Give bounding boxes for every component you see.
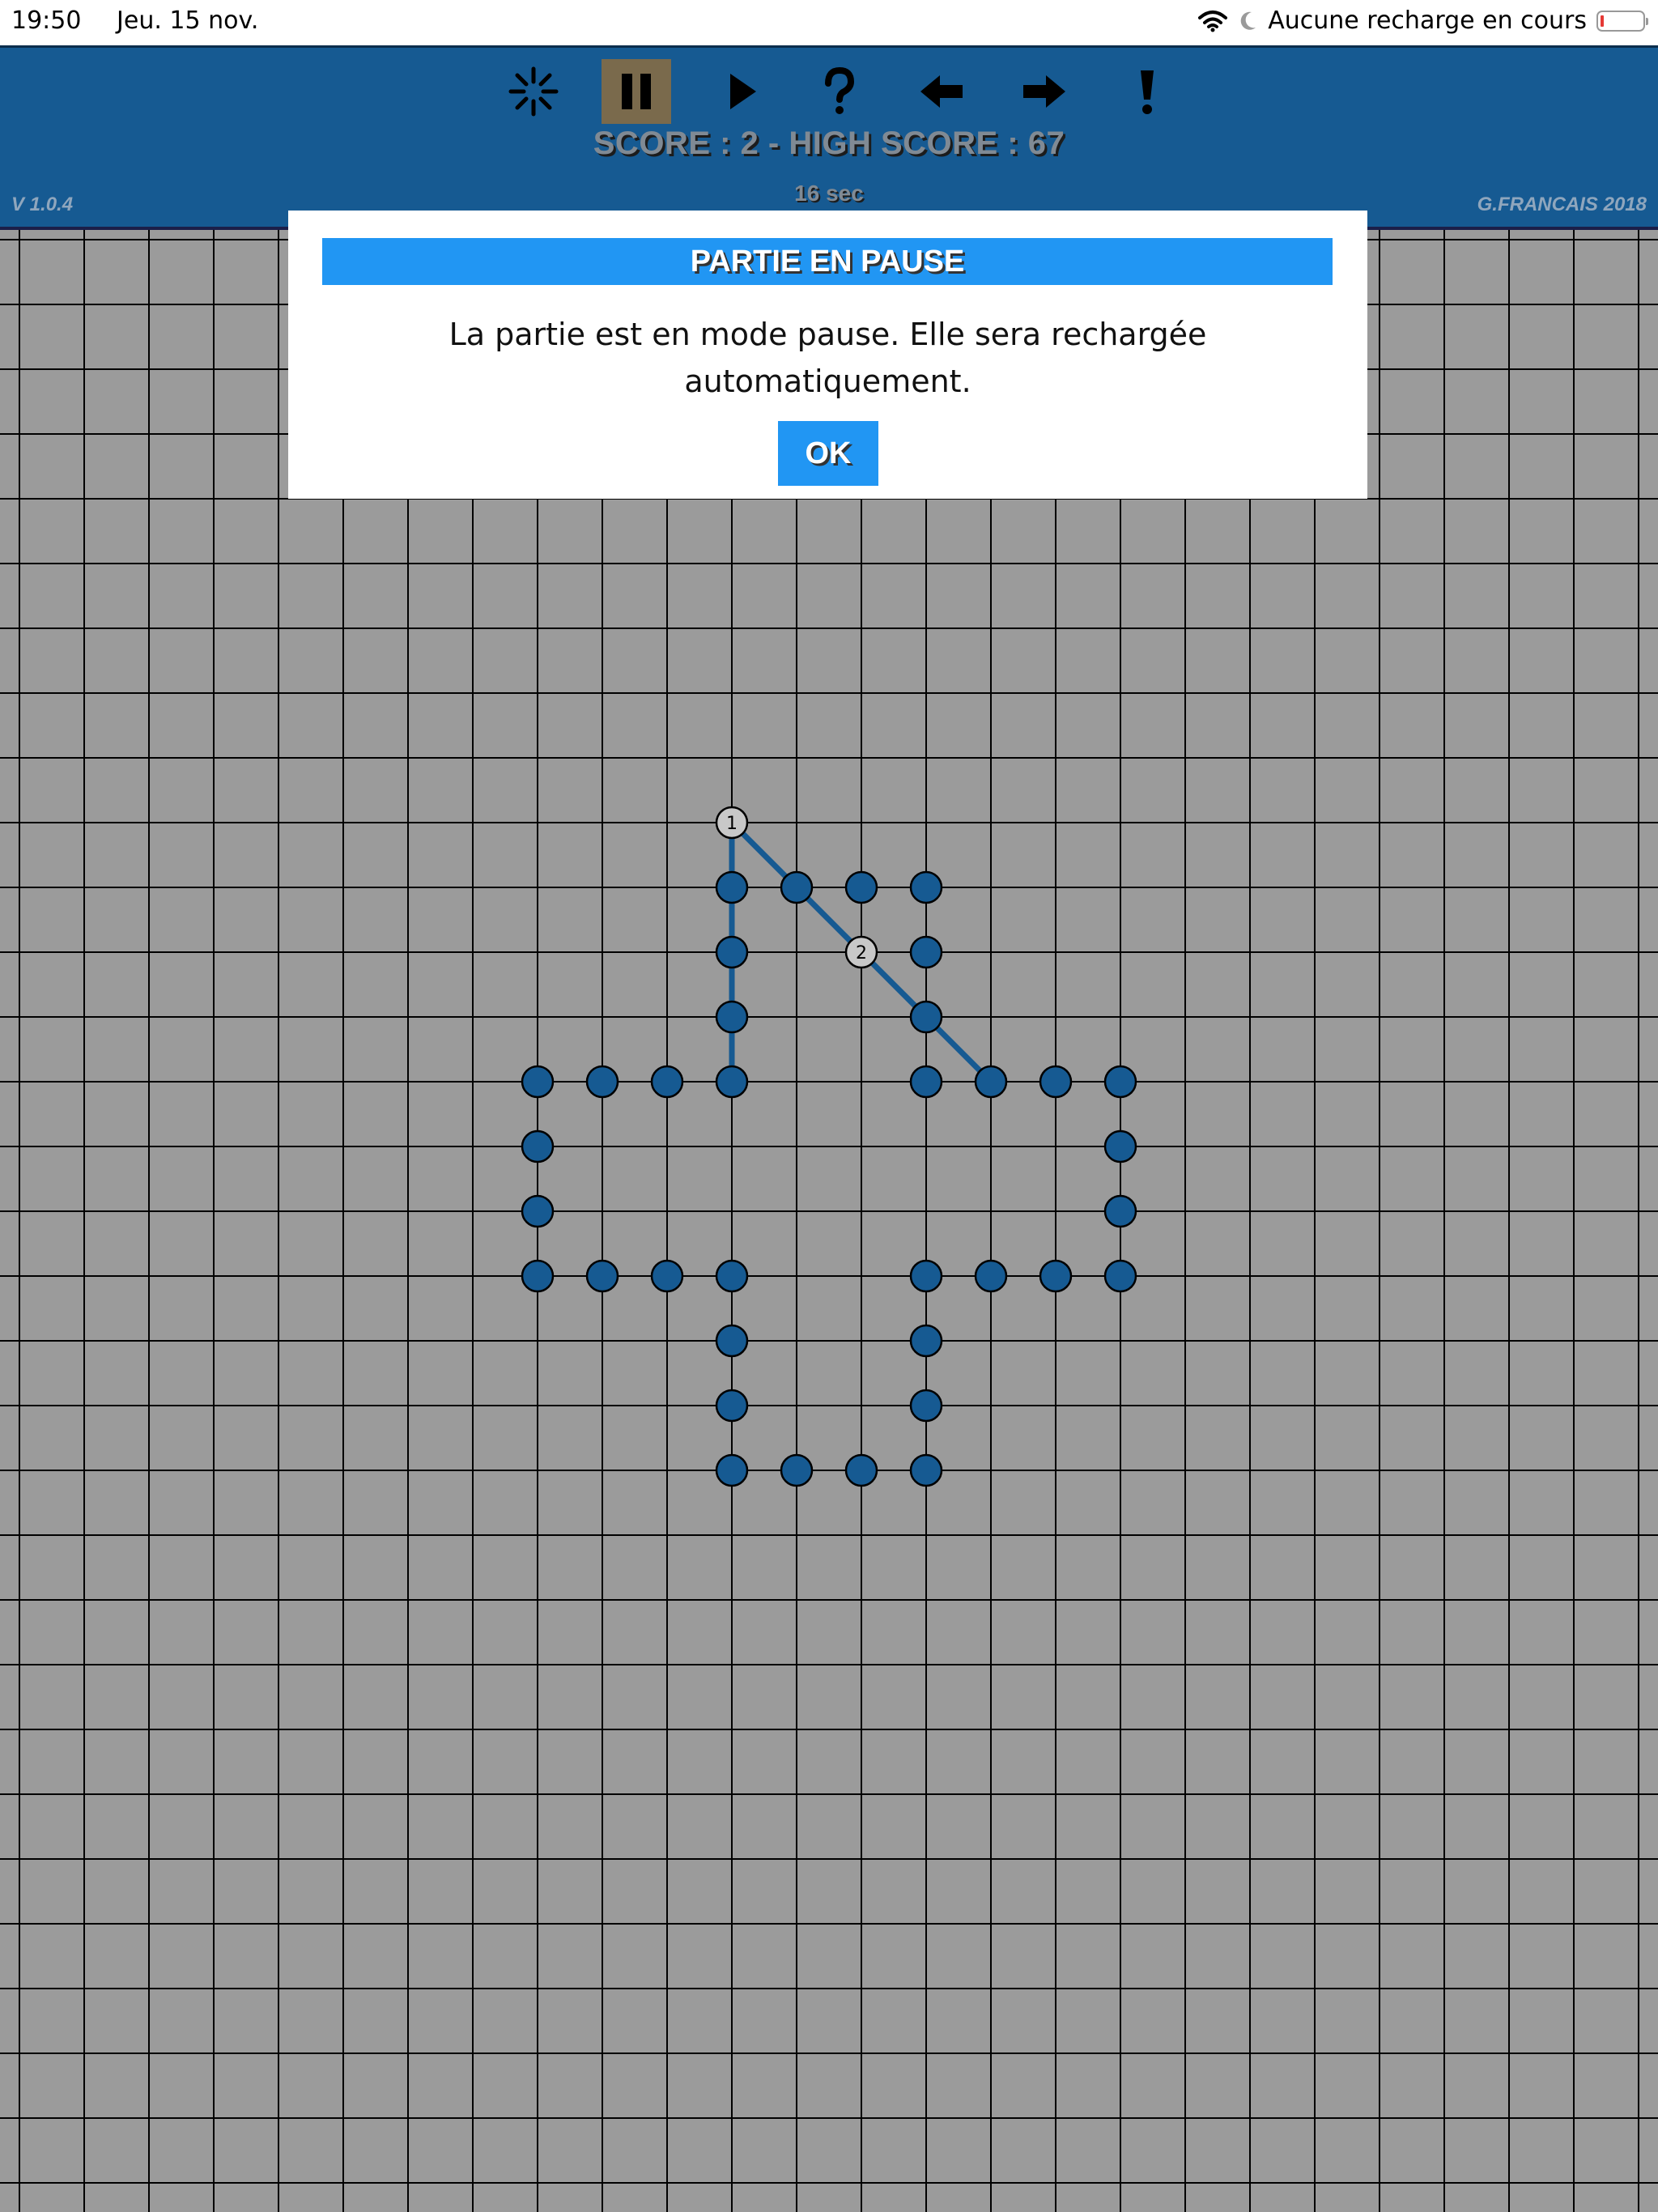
board-dot[interactable] xyxy=(650,1065,684,1099)
board-dot[interactable] xyxy=(844,1453,878,1487)
score-value: SCORE : 2 xyxy=(593,125,759,161)
game-board[interactable]: 12 xyxy=(0,230,1658,2212)
board-dot[interactable] xyxy=(844,870,878,904)
pause-button[interactable] xyxy=(602,59,671,124)
board-dot[interactable] xyxy=(974,1065,1008,1099)
board-dot[interactable] xyxy=(521,1065,555,1099)
pause-dialog: PARTIE EN PAUSE La partie est en mode pa… xyxy=(288,211,1367,499)
board-dot[interactable] xyxy=(521,1259,555,1293)
board-dot[interactable] xyxy=(780,870,814,904)
version-label: V 1.0.4 xyxy=(11,194,74,215)
board-dot[interactable] xyxy=(974,1259,1008,1293)
status-time: 19:50 xyxy=(11,6,82,35)
arrow-right-icon xyxy=(1023,75,1065,108)
board-dot[interactable] xyxy=(909,1065,943,1099)
score-separator: - xyxy=(759,125,789,161)
arrow-left-icon xyxy=(920,75,963,108)
redo-button[interactable] xyxy=(1010,59,1079,124)
board-dot[interactable] xyxy=(909,1453,943,1487)
play-icon xyxy=(730,74,756,109)
credits-label: G.FRANCAIS 2018 xyxy=(1477,194,1647,215)
high-score-value: HIGH SCORE : 67 xyxy=(789,125,1065,161)
timer: 16 sec xyxy=(794,181,864,206)
board-dot[interactable] xyxy=(585,1065,619,1099)
board-dot[interactable] xyxy=(1039,1065,1073,1099)
board-dot[interactable] xyxy=(650,1259,684,1293)
ok-button[interactable]: OK xyxy=(778,421,878,486)
sparkle-icon xyxy=(508,66,559,117)
wifi-icon xyxy=(1198,10,1228,32)
board-dot[interactable] xyxy=(909,870,943,904)
game-header: SCORE : 2 - HIGH SCORE : 67 16 sec V 1.0… xyxy=(0,45,1658,230)
undo-button[interactable] xyxy=(907,59,976,124)
board-dot[interactable] xyxy=(909,1259,943,1293)
board-dot[interactable] xyxy=(909,1324,943,1358)
board-dot[interactable] xyxy=(715,1389,749,1423)
dialog-message: La partie est en mode pause. Elle sera r… xyxy=(449,317,1207,399)
board-dot[interactable] xyxy=(909,1000,943,1034)
board-dot[interactable] xyxy=(780,1453,814,1487)
moon-icon xyxy=(1240,11,1256,30)
status-date: Jeu. 15 nov. xyxy=(117,6,259,35)
battery-icon xyxy=(1596,10,1648,32)
board-dot[interactable] xyxy=(715,1065,749,1099)
charging-status-text: Aucune recharge en cours xyxy=(1268,6,1587,35)
board-dot[interactable] xyxy=(521,1194,555,1228)
board-dot[interactable] xyxy=(715,1000,749,1034)
board-dot[interactable] xyxy=(909,1389,943,1423)
board-dot[interactable] xyxy=(715,1259,749,1293)
question-icon xyxy=(825,66,855,114)
board-dot[interactable] xyxy=(585,1259,619,1293)
score-display: SCORE : 2 - HIGH SCORE : 67 xyxy=(0,125,1658,162)
board-dot[interactable] xyxy=(1103,1129,1137,1163)
pause-icon xyxy=(622,74,651,109)
board-dot[interactable] xyxy=(715,1324,749,1358)
board-dot[interactable] xyxy=(1103,1259,1137,1293)
board-dot[interactable] xyxy=(909,935,943,969)
exclamation-icon xyxy=(1141,70,1154,114)
play-button[interactable] xyxy=(707,59,776,124)
toolbar xyxy=(0,54,1658,127)
board-dot[interactable] xyxy=(715,870,749,904)
board-dot[interactable] xyxy=(1103,1065,1137,1099)
board-dot[interactable] xyxy=(1039,1259,1073,1293)
board-dot[interactable] xyxy=(1103,1194,1137,1228)
dialog-title: PARTIE EN PAUSE xyxy=(322,238,1333,285)
board-dot[interactable] xyxy=(715,935,749,969)
board-dot[interactable] xyxy=(715,1453,749,1487)
new-game-button[interactable] xyxy=(499,59,568,124)
move-number: 2 xyxy=(856,943,867,963)
hint-button[interactable] xyxy=(1112,59,1182,124)
move-number: 1 xyxy=(726,814,738,834)
status-bar: 19:50 Jeu. 15 nov. Aucune recharge en co… xyxy=(0,0,1658,45)
board-dot[interactable] xyxy=(521,1129,555,1163)
help-button[interactable] xyxy=(805,59,874,124)
